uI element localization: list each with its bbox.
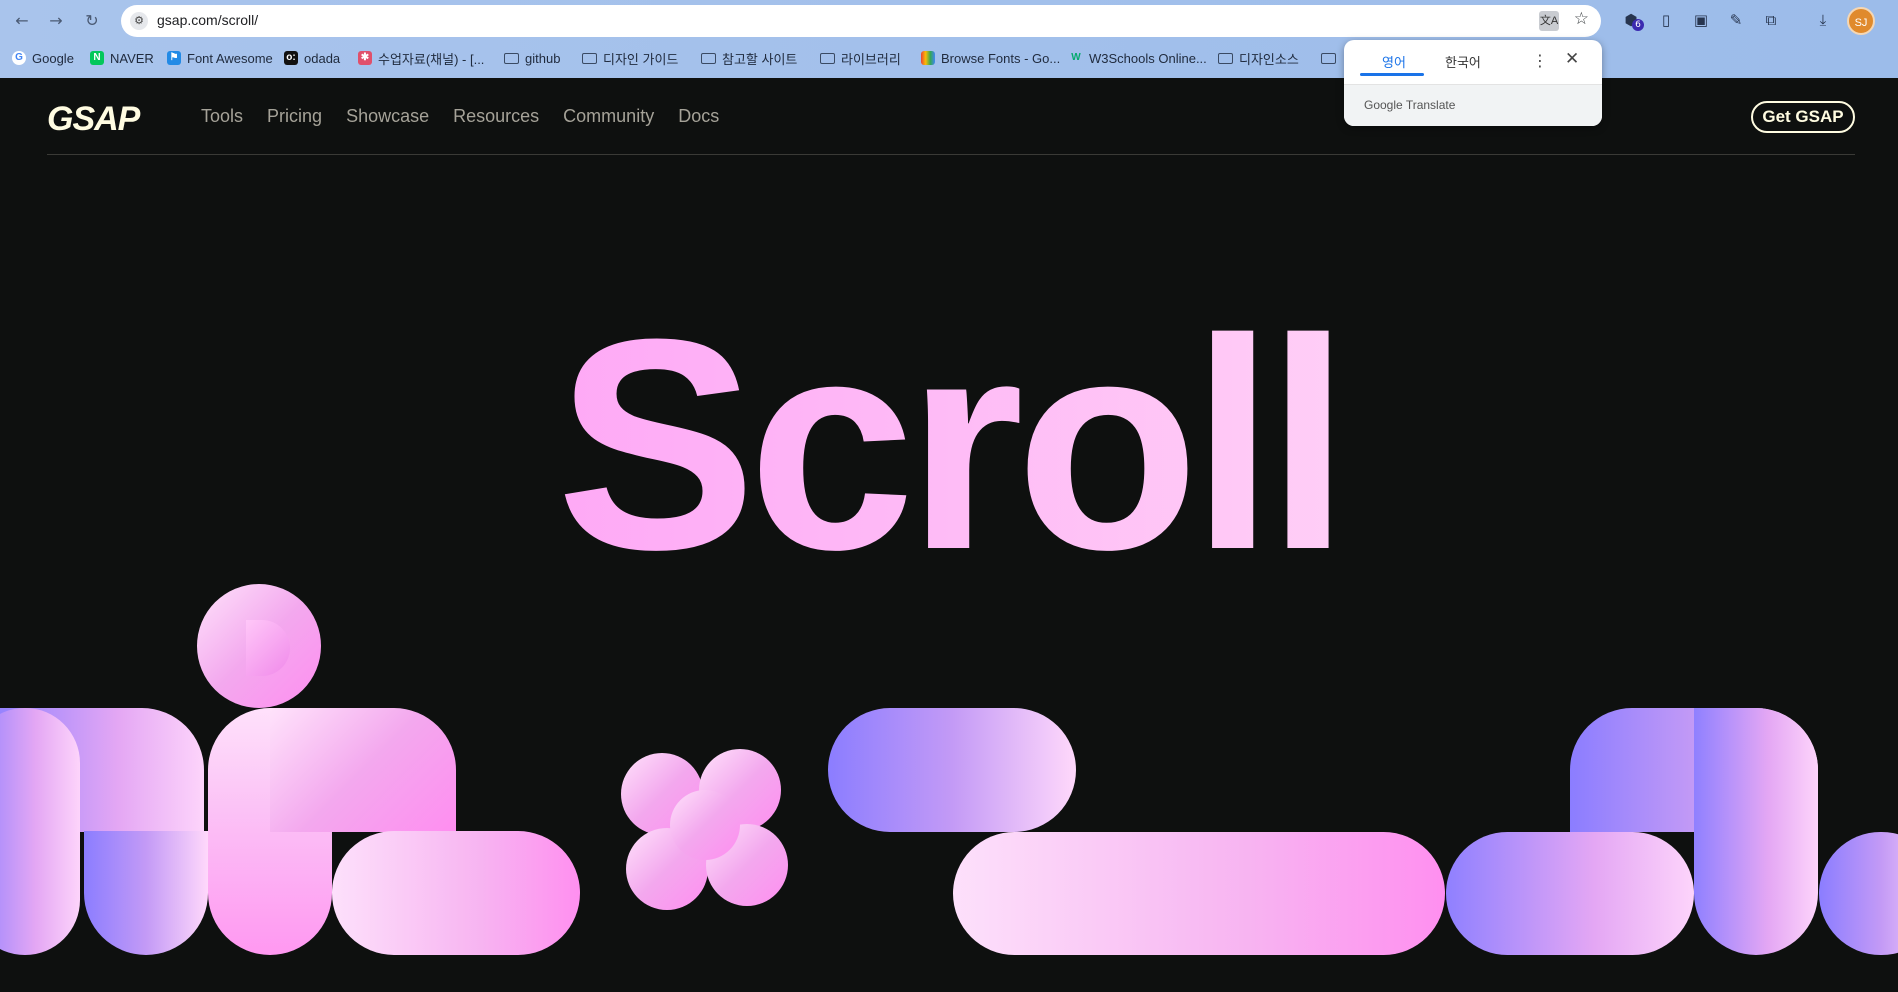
folder-icon — [582, 52, 597, 64]
edge-circle-shape — [1819, 832, 1898, 955]
bookmark-label: 디자인 가이드 — [603, 51, 679, 67]
left-pill-shape — [0, 708, 80, 955]
bookmark-star-icon[interactable]: ☆ — [1574, 9, 1589, 29]
main-nav: Tools Pricing Showcase Resources Communi… — [201, 106, 719, 127]
bottom-pill-shape — [332, 831, 580, 955]
nav-pricing[interactable]: Pricing — [267, 106, 322, 127]
google-fonts-icon — [921, 51, 935, 65]
bookmark-label: 디자인소스 — [1239, 51, 1299, 67]
download-icon[interactable]: ⤓ — [1812, 9, 1834, 31]
reader-icon[interactable]: ▯ — [1655, 9, 1677, 31]
forward-icon[interactable]: → — [44, 9, 68, 33]
bookmark-label: 참고할 사이트 — [722, 51, 798, 67]
more-options-icon[interactable]: ⋮ — [1532, 51, 1548, 70]
profile-avatar[interactable]: SJ — [1847, 7, 1875, 35]
folder-icon — [504, 52, 519, 64]
bookmark-google[interactable]: G Google — [12, 48, 74, 68]
extensions-puzzle-icon[interactable]: ⧉ — [1760, 9, 1782, 31]
google-translate-brand: Google Translate — [1364, 98, 1456, 112]
left-lower-shape — [84, 831, 208, 955]
bookmark-label: github — [525, 50, 561, 66]
popup-footer: Google Translate — [1344, 85, 1602, 126]
active-tab-indicator — [1360, 73, 1424, 76]
naver-icon: N — [90, 51, 104, 65]
bookmark-label: odada — [304, 50, 341, 66]
bookmark-label: Font Awesome — [187, 50, 273, 66]
bookmark-folder-libraries[interactable]: 라이브러리 — [820, 48, 901, 68]
browser-toolbar: ← → ↻ ⚙ gsap.com/scroll/ 文A ☆ ⬢ 6 ▯ ▣ ✎ … — [0, 0, 1898, 42]
translate-popup: 영어 한국어 ⋮ ✕ Google Translate — [1344, 40, 1602, 126]
bookmark-naver[interactable]: N NAVER — [90, 48, 154, 68]
bookmark-label: NAVER — [110, 50, 154, 66]
folder-icon — [1218, 52, 1233, 64]
slack-icon: ✱ — [358, 51, 372, 65]
folder-icon — [1321, 52, 1336, 64]
bookmark-google-fonts[interactable]: Browse Fonts - Go... — [921, 48, 1060, 68]
address-bar[interactable]: ⚙ gsap.com/scroll/ 文A ☆ — [121, 5, 1601, 37]
eyedropper-icon[interactable]: ✎ — [1725, 9, 1747, 31]
bookmark-label: 라이브러리 — [841, 51, 901, 67]
folder-icon — [820, 52, 835, 64]
back-icon[interactable]: ← — [10, 9, 34, 33]
browser-chrome: ← → ↻ ⚙ gsap.com/scroll/ 文A ☆ ⬢ 6 ▯ ▣ ✎ … — [0, 0, 1898, 78]
translate-tab-source[interactable]: 영어 — [1382, 52, 1406, 71]
header-divider — [47, 154, 1855, 155]
bookmark-w3schools[interactable]: W W3Schools Online... — [1069, 48, 1207, 68]
upper-pill-shape — [828, 708, 1076, 832]
get-gsap-button[interactable]: Get GSAP — [1751, 101, 1855, 133]
odada-icon: o: — [284, 51, 298, 65]
reload-icon[interactable]: ↻ — [80, 9, 104, 33]
w3schools-icon: W — [1071, 52, 1081, 63]
nav-showcase[interactable]: Showcase — [346, 106, 429, 127]
bookmark-folder-design-guide[interactable]: 디자인 가이드 — [582, 48, 678, 68]
bookmark-folder-reference-sites[interactable]: 참고할 사이트 — [701, 48, 797, 68]
nav-resources[interactable]: Resources — [453, 106, 539, 127]
translate-icon[interactable]: 文A — [1539, 11, 1559, 31]
translate-tab-target[interactable]: 한국어 — [1445, 52, 1481, 71]
url-text[interactable]: gsap.com/scroll/ — [157, 12, 258, 28]
folder-icon — [701, 52, 716, 64]
bookmark-font-awesome[interactable]: ⚑ Font Awesome — [167, 48, 273, 68]
bookmark-label: Google — [32, 50, 74, 66]
extension-icon[interactable]: ⬢ 6 — [1620, 9, 1644, 31]
nav-tools[interactable]: Tools — [201, 106, 243, 127]
bookmark-folder-more[interactable] — [1321, 48, 1336, 68]
nav-docs[interactable]: Docs — [678, 106, 719, 127]
nav-community[interactable]: Community — [563, 106, 654, 127]
hero-title: Scroll — [0, 294, 1898, 594]
bookmark-label: 수업자료(채널) - [... — [378, 51, 485, 67]
gsap-logo[interactable]: GSAP — [47, 100, 140, 139]
close-icon[interactable]: ✕ — [1565, 49, 1579, 69]
bookmark-label: W3Schools Online... — [1089, 50, 1207, 66]
right-column-shape — [1694, 708, 1818, 955]
bookmark-folder-design-source[interactable]: 디자인소스 — [1218, 48, 1299, 68]
bookmark-class-materials[interactable]: ✱ 수업자료(채널) - [... — [358, 48, 484, 68]
bookmark-label: Browse Fonts - Go... — [941, 50, 1061, 66]
google-icon: G — [12, 51, 26, 65]
extension-badge: 6 — [1632, 19, 1644, 31]
flower-center — [670, 790, 740, 860]
right-pill-shape — [1446, 832, 1694, 955]
bookmark-folder-github[interactable]: github — [504, 48, 560, 68]
screen-icon[interactable]: ▣ — [1690, 9, 1712, 31]
gsap-page: GSAP Tools Pricing Showcase Resources Co… — [0, 78, 1898, 992]
flag-icon: ⚑ — [167, 51, 181, 65]
top-cap-shape — [270, 708, 456, 832]
bookmarks-bar: G Google N NAVER ⚑ Font Awesome o: odada… — [0, 45, 1898, 71]
site-info-icon[interactable]: ⚙ — [130, 12, 148, 30]
bookmark-odada[interactable]: o: odada — [284, 48, 340, 68]
long-pill-shape — [953, 832, 1445, 955]
